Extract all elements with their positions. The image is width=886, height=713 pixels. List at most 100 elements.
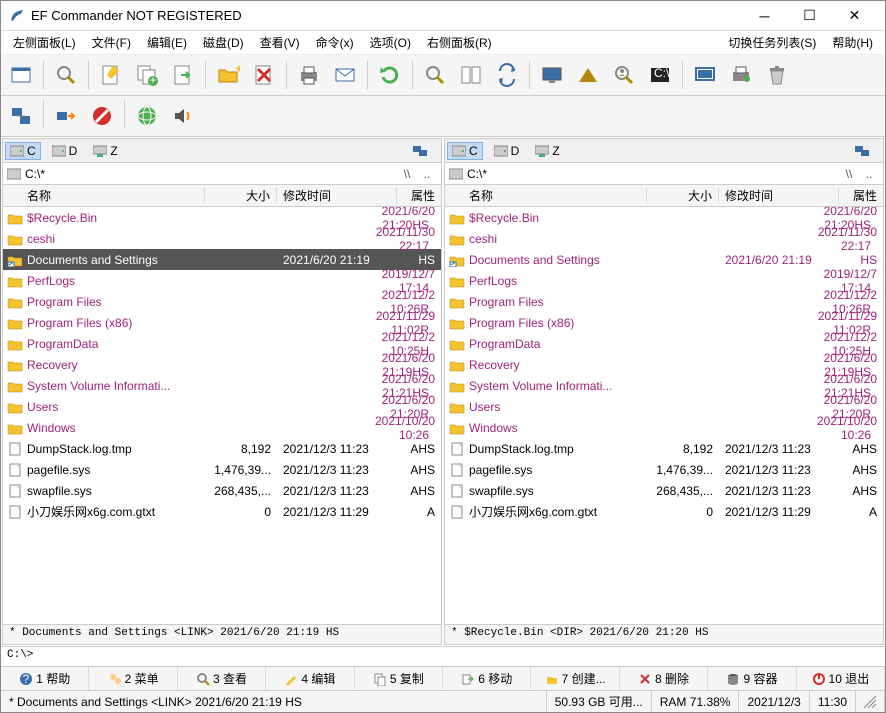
tb-delete-icon[interactable]	[248, 59, 280, 91]
menu-options[interactable]: 选项(O)	[362, 31, 419, 54]
file-attr: AHS	[839, 484, 883, 498]
col-size[interactable]: 大小	[647, 187, 719, 204]
tb-compare-icon[interactable]	[455, 59, 487, 91]
tb-move-icon[interactable]	[167, 59, 199, 91]
file-row[interactable]: 小刀娱乐网x6g.com.gtxt02021/12/3 11:29A	[445, 501, 883, 522]
left-path-bar[interactable]: C:\* \\ ..	[3, 163, 441, 185]
menu-view[interactable]: 查看(V)	[252, 31, 308, 54]
tb-screen-icon[interactable]	[689, 59, 721, 91]
fkey-f8[interactable]: 8 删除	[620, 667, 708, 690]
tb-mail-icon[interactable]	[329, 59, 361, 91]
right-path-root[interactable]: \\	[839, 167, 859, 181]
file-name: DumpStack.log.tmp	[27, 442, 205, 456]
menu-left-panel[interactable]: 左侧面板(L)	[5, 31, 84, 54]
tb-edit-icon[interactable]	[95, 59, 127, 91]
tb-folder-new-icon[interactable]: ✦	[212, 59, 244, 91]
left-drive-net[interactable]	[407, 142, 433, 160]
tb2-globe-icon[interactable]	[131, 100, 163, 132]
file-date: 2021/11/30 22:17	[812, 225, 877, 253]
fkey-f10[interactable]: 10 退出	[797, 667, 885, 690]
command-line[interactable]: C:\>	[1, 646, 885, 666]
fkey-f3[interactable]: 3 查看	[178, 667, 266, 690]
file-size: 0	[647, 505, 719, 519]
minimize-button[interactable]: ─	[742, 2, 787, 30]
dual-panels: C D Z C:\* \\ .. 名称 大小 修改时间 属性 $Recycle.…	[1, 137, 885, 646]
tb-print2-icon[interactable]	[725, 59, 757, 91]
tb-terminal-icon[interactable]: C:\	[644, 59, 676, 91]
tb-new-icon[interactable]	[5, 59, 37, 91]
right-path-bar[interactable]: C:\* \\ ..	[445, 163, 883, 185]
left-drive-c[interactable]: C	[5, 142, 41, 160]
file-row[interactable]: Windows2021/10/20 10:26	[445, 417, 883, 438]
tb-zoom-user-icon[interactable]	[608, 59, 640, 91]
tb-print-icon[interactable]	[293, 59, 325, 91]
svg-text:+: +	[149, 73, 156, 87]
file-row[interactable]: pagefile.sys1,476,39...2021/12/3 11:23AH…	[3, 459, 441, 480]
maximize-button[interactable]: ☐	[787, 2, 832, 30]
menu-file[interactable]: 文件(F)	[84, 31, 139, 54]
right-drive-z[interactable]: Z	[530, 142, 564, 160]
col-modified[interactable]: 修改时间	[277, 187, 397, 204]
file-name: Recovery	[27, 358, 369, 372]
col-name[interactable]: 名称	[3, 187, 205, 204]
menu-command[interactable]: 命令(x)	[308, 31, 362, 54]
tb-find-icon[interactable]	[419, 59, 451, 91]
file-row[interactable]: pagefile.sys1,476,39...2021/12/3 11:23AH…	[445, 459, 883, 480]
left-drive-d[interactable]: D	[47, 142, 83, 160]
file-attr: AHS	[397, 442, 441, 456]
file-size: 8,192	[647, 442, 719, 456]
tb-sync-icon[interactable]	[491, 59, 523, 91]
fkey-f4[interactable]: 4 编辑	[266, 667, 354, 690]
right-path-up[interactable]: ..	[859, 167, 879, 181]
right-drive-net[interactable]	[849, 142, 875, 160]
file-date: 2021/12/3 11:23	[277, 463, 397, 477]
menu-help[interactable]: 帮助(H)	[824, 31, 881, 54]
tb-pyramid-icon[interactable]	[572, 59, 604, 91]
menu-right-panel[interactable]: 右侧面板(R)	[419, 31, 500, 54]
tb-trash-icon[interactable]	[761, 59, 793, 91]
col-size[interactable]: 大小	[205, 187, 277, 204]
menu-icon	[108, 672, 122, 686]
right-drive-c[interactable]: C	[447, 142, 483, 160]
col-attr[interactable]: 属性	[397, 187, 441, 204]
left-drive-z[interactable]: Z	[88, 142, 122, 160]
fkey-f6[interactable]: 6 移动	[443, 667, 531, 690]
file-row[interactable]: DumpStack.log.tmp8,1922021/12/3 11:23AHS	[3, 438, 441, 459]
left-file-list[interactable]: $Recycle.Bin2021/6/20 21:20HSceshi2021/1…	[3, 207, 441, 624]
fkey-f5[interactable]: 5 复制	[355, 667, 443, 690]
tb2-network-icon[interactable]	[5, 100, 37, 132]
menu-edit[interactable]: 编辑(E)	[139, 31, 195, 54]
tb2-block-icon[interactable]	[86, 100, 118, 132]
fkey-f1[interactable]: ?1 帮助	[1, 667, 89, 690]
file-row[interactable]: swapfile.sys268,435,...2021/12/3 11:23AH…	[445, 480, 883, 501]
file-row[interactable]: DumpStack.log.tmp8,1922021/12/3 11:23AHS	[445, 438, 883, 459]
left-path-up[interactable]: ..	[417, 167, 437, 181]
tb-copy-icon[interactable]: +	[131, 59, 163, 91]
file-row[interactable]: ceshi2021/11/30 22:17	[3, 228, 441, 249]
fkey-f7[interactable]: 7 创建...	[531, 667, 619, 690]
col-name[interactable]: 名称	[445, 187, 647, 204]
menu-switch-task[interactable]: 切换任务列表(S)	[720, 31, 824, 54]
fkey-f2[interactable]: 2 菜单	[89, 667, 177, 690]
right-file-list[interactable]: $Recycle.Bin2021/6/20 21:20HSceshi2021/1…	[445, 207, 883, 624]
col-attr[interactable]: 属性	[839, 187, 883, 204]
fkey-f9[interactable]: 9 容器	[708, 667, 796, 690]
tb-desktop-icon[interactable]	[536, 59, 568, 91]
tb-search-icon[interactable]	[50, 59, 82, 91]
hdd-icon	[10, 145, 24, 157]
file-size: 2021/11/30 22:17	[369, 225, 441, 253]
right-drive-d[interactable]: D	[489, 142, 525, 160]
file-row[interactable]: ceshi2021/11/30 22:17	[445, 228, 883, 249]
file-row[interactable]: Windows2021/10/20 10:26	[3, 417, 441, 438]
col-modified[interactable]: 修改时间	[719, 187, 839, 204]
tb2-sound-icon[interactable]	[167, 100, 199, 132]
status-resize-grip[interactable]	[856, 691, 885, 712]
left-path-root[interactable]: \\	[397, 167, 417, 181]
file-name: 小刀娱乐网x6g.com.gtxt	[27, 503, 205, 520]
file-row[interactable]: swapfile.sys268,435,...2021/12/3 11:23AH…	[3, 480, 441, 501]
tb-refresh-icon[interactable]	[374, 59, 406, 91]
tb2-connect-icon[interactable]	[50, 100, 82, 132]
menu-disk[interactable]: 磁盘(D)	[195, 31, 252, 54]
close-button[interactable]: ✕	[832, 2, 877, 30]
file-row[interactable]: 小刀娱乐网x6g.com.gtxt02021/12/3 11:29A	[3, 501, 441, 522]
